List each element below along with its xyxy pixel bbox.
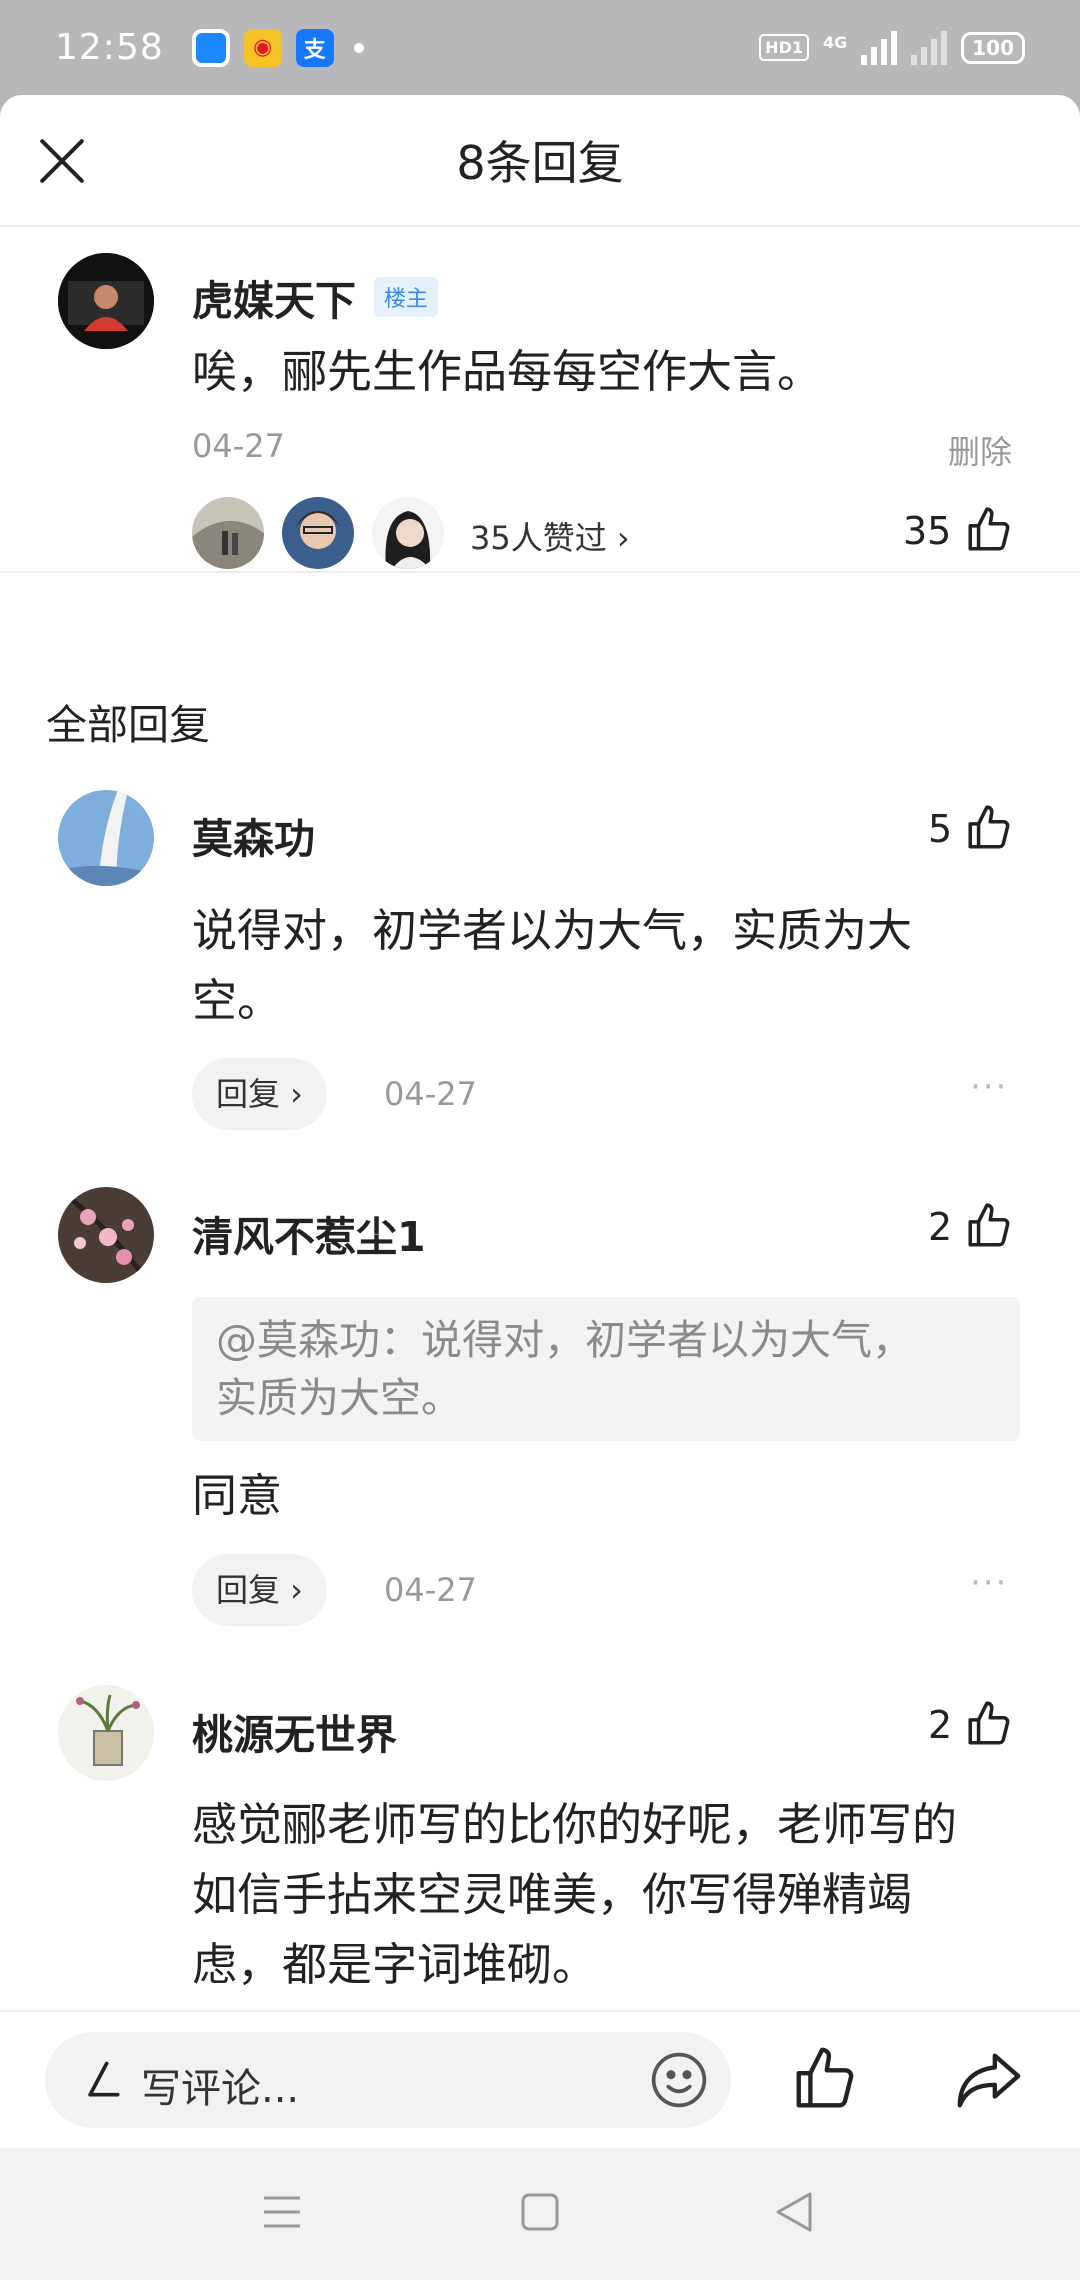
reply-button[interactable]: 回复 › bbox=[192, 1058, 327, 1130]
quote-text: @莫森功：说得对，初学者以为大气， bbox=[216, 1316, 913, 1364]
emoji-icon[interactable] bbox=[647, 2048, 711, 2112]
signal-2-icon bbox=[911, 30, 948, 65]
status-time: 12:58 bbox=[55, 27, 164, 68]
weibo-notification-icon: ◉ bbox=[243, 28, 282, 67]
liker-avatar[interactable] bbox=[372, 497, 444, 569]
like-count: 5 bbox=[928, 807, 953, 851]
close-icon[interactable] bbox=[36, 135, 88, 187]
menu-icon[interactable] bbox=[260, 2192, 304, 2232]
comment-date: 04-27 bbox=[192, 427, 285, 465]
like-count: 35 bbox=[903, 509, 952, 553]
back-icon[interactable] bbox=[774, 2190, 814, 2234]
alipay-notification-icon: 支 bbox=[295, 28, 334, 67]
pen-icon bbox=[88, 2061, 120, 2097]
comment-date: 04-27 bbox=[384, 1075, 477, 1113]
more-notifications-dot bbox=[353, 42, 364, 53]
status-bar: 12:58 ◉ 支 HD1 4G 100 bbox=[0, 0, 1080, 95]
main-comment: 虎媒天下 楼主 唉，郦先生作品每每空作大言。 04-27 删除 35人赞过 › … bbox=[0, 227, 1080, 573]
like-count: 2 bbox=[928, 1205, 953, 1249]
comment-text: 如信手拈来空灵唯美，你写得殚精竭 bbox=[192, 1868, 913, 1921]
comment-input[interactable]: 写评论... bbox=[45, 2032, 731, 2128]
liker-avatar[interactable] bbox=[282, 497, 354, 569]
quoted-reply: @莫森功：说得对，初学者以为大气， 实质为大空。 bbox=[192, 1297, 1020, 1441]
network-type: 4G bbox=[822, 32, 848, 52]
op-badge: 楼主 bbox=[374, 277, 439, 317]
quote-text: 实质为大空。 bbox=[216, 1374, 462, 1422]
comment-date: 04-27 bbox=[384, 1571, 477, 1609]
thumbs-up-icon[interactable] bbox=[964, 1699, 1014, 1749]
share-icon[interactable] bbox=[952, 2044, 1026, 2114]
thumbs-up-icon[interactable] bbox=[964, 803, 1014, 853]
page-title: 8条回复 bbox=[456, 136, 624, 190]
reply-button[interactable]: 回复 › bbox=[192, 1554, 327, 1626]
home-icon[interactable] bbox=[520, 2192, 560, 2232]
delete-button[interactable]: 删除 bbox=[948, 427, 1012, 473]
comment-text: 说得对，初学者以为大气，实质为大 bbox=[192, 904, 913, 957]
like-count: 2 bbox=[928, 1703, 953, 1747]
author-name[interactable]: 虎媒天下 bbox=[192, 267, 356, 327]
thumbs-up-icon[interactable] bbox=[790, 2044, 860, 2114]
liked-by-link[interactable]: 35人赞过 › bbox=[470, 513, 630, 559]
avatar[interactable] bbox=[58, 1685, 154, 1781]
avatar[interactable] bbox=[58, 253, 154, 349]
replies-sheet: 8条回复 虎媒天下 楼主 唉，郦先生作品每每空作大言。 04-27 删除 35人… bbox=[0, 95, 1080, 2148]
battery-icon: 100 bbox=[961, 31, 1025, 64]
author-name[interactable]: 清风不惹尘1 bbox=[192, 1203, 426, 1263]
comment-text: 感觉郦老师写的比你的好呢，老师写的 bbox=[192, 1798, 958, 1851]
liker-avatar[interactable] bbox=[192, 497, 264, 569]
comment-text: 虑，都是字词堆砌。 bbox=[192, 1938, 598, 1991]
author-name[interactable]: 莫森功 bbox=[192, 805, 315, 865]
thumbs-up-icon[interactable] bbox=[964, 1201, 1014, 1251]
browser-notification-icon bbox=[191, 28, 230, 67]
system-nav-bar bbox=[0, 2148, 1080, 2280]
signal-icon bbox=[861, 30, 898, 65]
comment-text: 空。 bbox=[192, 974, 283, 1027]
avatar[interactable] bbox=[58, 1187, 154, 1283]
comment-text: 唉，郦先生作品每每空作大言。 bbox=[192, 345, 823, 398]
comment-placeholder: 写评论... bbox=[141, 2066, 300, 2112]
avatar[interactable] bbox=[58, 790, 154, 886]
more-options-icon[interactable]: ··· bbox=[970, 1563, 1008, 1603]
author-name[interactable]: 桃源无世界 bbox=[192, 1701, 397, 1761]
all-replies-heading: 全部回复 bbox=[46, 701, 210, 749]
hd-voice-icon: HD1 bbox=[759, 34, 809, 61]
sheet-header: 8条回复 bbox=[0, 95, 1080, 227]
comment-bar: 写评论... bbox=[0, 2010, 1080, 2148]
thumbs-up-icon[interactable] bbox=[964, 505, 1014, 555]
more-options-icon[interactable]: ··· bbox=[970, 1067, 1008, 1107]
comment-text: 同意 bbox=[192, 1469, 283, 1522]
